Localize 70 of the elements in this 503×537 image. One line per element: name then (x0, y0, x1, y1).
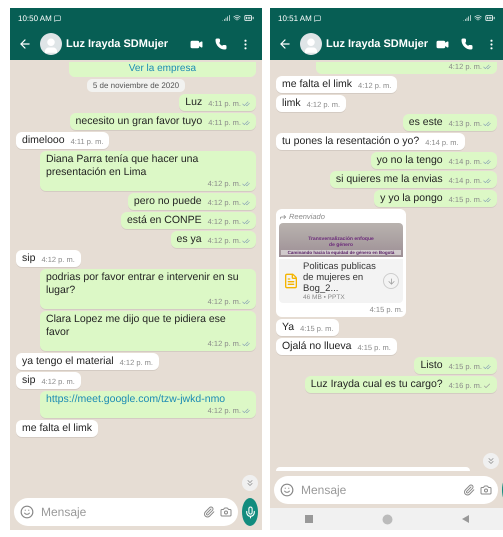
attach-button[interactable] (203, 506, 215, 518)
phone-icon (461, 38, 474, 50)
contact-name[interactable]: Luz Irayda SDMujer (326, 38, 428, 50)
message-text: está en CONPE (126, 214, 202, 227)
message-text: dimelooo (22, 134, 65, 147)
back-nav-button[interactable] (462, 515, 468, 523)
signal-icon (463, 14, 471, 22)
message-text: Luz (185, 96, 202, 109)
signal-icon (222, 14, 230, 22)
message-text: y yo la pongo (380, 192, 443, 205)
notification-icon (314, 14, 321, 22)
video-camera-icon (436, 38, 450, 50)
avatar-icon (300, 33, 322, 55)
message-text: Luz Irayda cual es tu cargo? (310, 378, 443, 391)
message-text: podrias por favor entrar e intervenir en su lugar? (46, 271, 240, 297)
avatar-icon (40, 33, 62, 55)
message-text: ya tengo el material (22, 355, 114, 368)
message-text: necesito un gran favor tuyo (76, 115, 202, 128)
wifi-icon (233, 14, 241, 22)
message-text: sip (22, 252, 36, 265)
message-text: sip (22, 374, 36, 387)
file-name: Politicas publicas de mujeres en Bog_2... (303, 261, 377, 294)
message-text: yo no la tengo (376, 154, 443, 167)
message-input[interactable]: Mensaje (39, 504, 198, 520)
double-chevron-icon (486, 456, 496, 466)
message-text: es ya (176, 233, 202, 246)
message-text: Listo (420, 359, 443, 372)
emoji-icon[interactable] (280, 483, 294, 497)
forward-arrow-icon (279, 212, 287, 220)
paperclip-icon (203, 506, 215, 518)
wifi-icon (474, 14, 482, 22)
double-chevron-icon (245, 478, 255, 488)
attach-button[interactable] (463, 484, 475, 496)
message-text: me falta el limk (282, 78, 352, 91)
notification-icon (54, 14, 61, 22)
battery-icon (244, 13, 254, 23)
message-text: si quieres me la envias (336, 173, 443, 186)
emoji-icon[interactable] (20, 505, 34, 519)
mic-button[interactable] (242, 498, 258, 526)
document-icon (283, 273, 299, 289)
paperclip-icon (463, 484, 475, 496)
message-text: tu pones la resentación o yo? (282, 135, 420, 148)
microphone-icon (244, 506, 256, 518)
status-time: 10:51 AM (278, 14, 312, 22)
message-text: Diana Parra tenía que hacer una presentación en Lima (46, 153, 200, 179)
message-text: Clara Lopez me dijo que te pidiera ese favor (46, 313, 227, 339)
download-icon (386, 276, 396, 286)
contact-name[interactable]: Luz Irayda SDMujer (66, 38, 182, 50)
status-time: 10:50 AM (18, 14, 52, 22)
camera-icon (220, 506, 232, 518)
phone-icon (215, 38, 227, 50)
message-bar[interactable]: Mensaje (14, 498, 238, 526)
message-bar[interactable]: Mensaje (274, 476, 498, 504)
message-text: me falta el limk (22, 422, 92, 435)
video-camera-icon (190, 38, 203, 50)
date-chip: 5 de noviembre de 2020 (86, 79, 186, 92)
message-text: limk (282, 97, 301, 110)
message-text: es este (408, 116, 443, 129)
message-text: pero no puede (134, 195, 202, 208)
message-input[interactable]: Mensaje (299, 482, 458, 498)
message-text: Ya (282, 321, 294, 334)
scroll-down-button[interactable] (483, 453, 499, 469)
message-text: Ojalá no llueva (282, 340, 352, 353)
scroll-down-button[interactable] (242, 475, 258, 491)
battery-icon (485, 13, 495, 23)
camera-button[interactable] (480, 484, 492, 496)
camera-icon (480, 484, 492, 496)
download-button[interactable] (383, 273, 399, 289)
recents-button[interactable] (304, 515, 312, 523)
camera-button[interactable] (220, 506, 232, 518)
